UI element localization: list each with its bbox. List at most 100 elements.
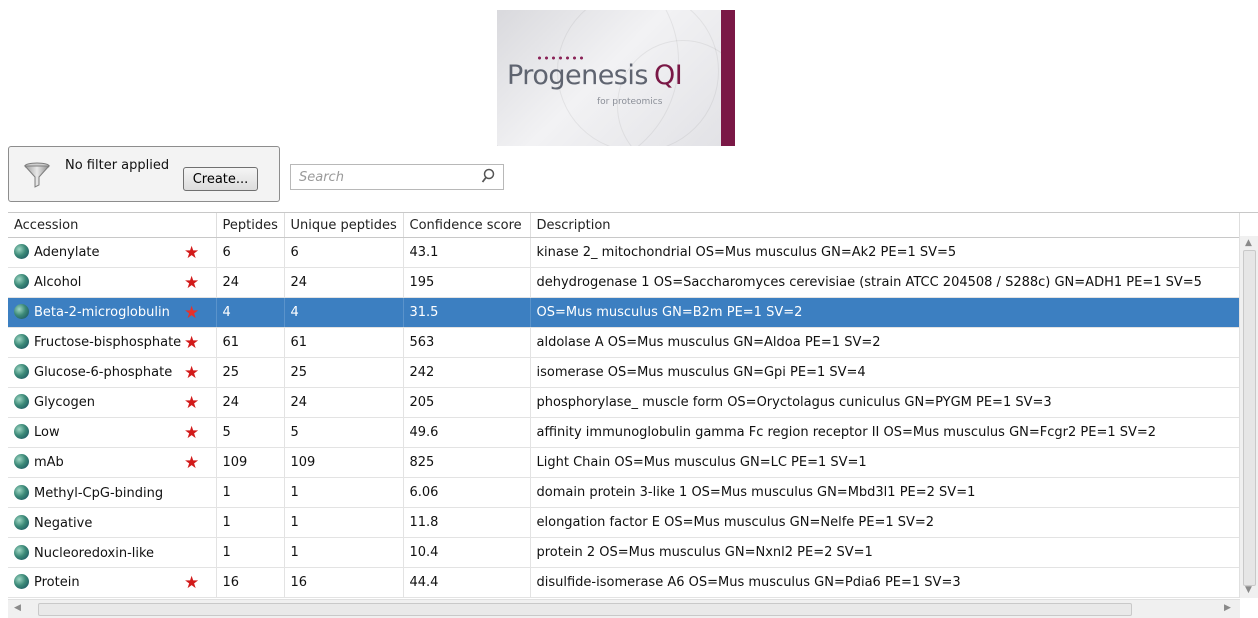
scroll-up-icon[interactable]: ▲	[1245, 238, 1252, 248]
cell-description[interactable]: aldolase A OS=Mus musculus GN=Aldoa PE=1…	[530, 327, 1240, 358]
cell-unique-peptides[interactable]: 25	[284, 357, 404, 388]
cell-unique-peptides[interactable]: 61	[284, 327, 404, 358]
cell-unique-peptides[interactable]: 24	[284, 267, 404, 298]
cell-peptides[interactable]: 1	[216, 507, 285, 538]
cell-unique-peptides[interactable]: 4	[284, 297, 404, 328]
scroll-left-icon[interactable]: ◀	[14, 603, 21, 613]
cell-accession[interactable]: mAb ★	[8, 447, 217, 478]
cell-accession[interactable]: Glycogen ★	[8, 387, 217, 418]
cell-peptides[interactable]: 4	[216, 297, 285, 328]
cell-description[interactable]: Light Chain OS=Mus musculus GN=LC PE=1 S…	[530, 447, 1240, 478]
scroll-down-icon[interactable]: ▼	[1245, 585, 1252, 595]
cell-confidence-score[interactable]: 31.5	[403, 297, 531, 328]
cell-accession[interactable]: Methyl-CpG-binding	[8, 477, 217, 508]
cell-description[interactable]: disulfide-isomerase A6 OS=Mus musculus G…	[530, 567, 1240, 598]
cell-accession[interactable]: Negative	[8, 507, 217, 538]
table-row[interactable]: Methyl-CpG-binding 1 1 6.06 domain protein 3…	[8, 477, 1240, 508]
cell-description[interactable]: OS=Mus musculus GN=B2m PE=1 SV=2	[530, 297, 1240, 328]
cell-description[interactable]: kinase 2_ mitochondrial OS=Mus musculus …	[530, 237, 1240, 268]
cell-confidence-score[interactable]: 242	[403, 357, 531, 388]
cell-unique-peptides[interactable]: 1	[284, 507, 404, 538]
vertical-scroll-thumb[interactable]	[1243, 250, 1256, 586]
cell-accession[interactable]: Nucleoredoxin-like	[8, 537, 217, 568]
globe-icon	[14, 243, 29, 259]
scroll-right-icon[interactable]: ▶	[1224, 603, 1231, 613]
cell-accession[interactable]: Alcohol ★	[8, 267, 217, 298]
cell-confidence-score[interactable]: 825	[403, 447, 531, 478]
cell-peptides[interactable]: 1	[216, 537, 285, 568]
table-row[interactable]: mAb ★ 109 109 825 Light Chain OS=Mus musculus…	[8, 447, 1240, 478]
cell-peptides[interactable]: 24	[216, 267, 285, 298]
cell-confidence-score[interactable]: 6.06	[403, 477, 531, 508]
cell-confidence-score[interactable]: 205	[403, 387, 531, 418]
cell-confidence-score[interactable]: 49.6	[403, 417, 531, 448]
accession-label: Adenylate	[34, 244, 100, 260]
table-row[interactable]: Glucose-6-phosphate ★ 25 25 242 isomerase OS=…	[8, 357, 1240, 388]
accession-label: Low	[34, 424, 60, 440]
search-box[interactable]	[290, 164, 504, 190]
cell-peptides[interactable]: 24	[216, 387, 285, 418]
table-row[interactable]: Glycogen ★ 24 24 205 phosphorylase_ muscle fo…	[8, 387, 1240, 418]
star-icon: ★	[184, 302, 200, 323]
magnifier-icon[interactable]	[481, 168, 495, 188]
cell-description[interactable]: protein 2 OS=Mus musculus GN=Nxnl2 PE=2 …	[530, 537, 1240, 568]
accession-label: Negative	[34, 515, 93, 531]
globe-icon	[14, 573, 29, 589]
cell-description[interactable]: elongation factor E OS=Mus musculus GN=N…	[530, 507, 1240, 538]
cell-unique-peptides[interactable]: 1	[284, 477, 404, 508]
cell-accession[interactable]: Low ★	[8, 417, 217, 448]
cell-peptides[interactable]: 5	[216, 417, 285, 448]
table-row[interactable]: Low ★ 5 5 49.6 affinity immunoglobulin gamma …	[8, 417, 1240, 448]
table-row[interactable]: Adenylate ★ 6 6 43.1 kinase 2_ mitochondrial …	[8, 237, 1240, 268]
accession-label: Fructose-bisphosphate	[34, 334, 182, 350]
column-header-description[interactable]: Description	[530, 213, 1240, 238]
cell-peptides[interactable]: 25	[216, 357, 285, 388]
cell-unique-peptides[interactable]: 1	[284, 537, 404, 568]
filter-status-text: No filter applied	[65, 158, 170, 173]
cell-peptides[interactable]: 16	[216, 567, 285, 598]
table-row[interactable]: Alcohol ★ 24 24 195 dehydrogenase 1 OS=Saccha…	[8, 267, 1240, 298]
cell-accession[interactable]: Protein ★	[8, 567, 217, 598]
cell-peptides[interactable]: 1	[216, 477, 285, 508]
table-row[interactable]: Fructose-bisphosphate ★ 61 61 563 aldolase A …	[8, 327, 1240, 358]
globe-icon	[14, 393, 29, 409]
cell-confidence-score[interactable]: 43.1	[403, 237, 531, 268]
cell-description[interactable]: phosphorylase_ muscle form OS=Oryctolagu…	[530, 387, 1240, 418]
table-row[interactable]: Protein ★ 16 16 44.4 disulfide-isomerase A6 O…	[8, 567, 1240, 598]
cell-confidence-score[interactable]: 44.4	[403, 567, 531, 598]
cell-accession[interactable]: Adenylate ★	[8, 237, 217, 268]
column-header-confidence-score[interactable]: Confidence score	[403, 213, 531, 238]
star-icon: ★	[184, 572, 200, 593]
search-input[interactable]	[297, 165, 471, 189]
globe-icon	[14, 544, 29, 560]
cell-description[interactable]: domain protein 3-like 1 OS=Mus musculus …	[530, 477, 1240, 508]
cell-peptides[interactable]: 61	[216, 327, 285, 358]
table-row[interactable]: Beta-2-microglobulin ★ 4 4 31.5 OS=Mus muscul…	[8, 297, 1240, 328]
column-header-peptides[interactable]: Peptides	[216, 213, 285, 238]
horizontal-scroll-thumb[interactable]	[38, 603, 1132, 616]
cell-confidence-score[interactable]: 11.8	[403, 507, 531, 538]
cell-peptides[interactable]: 6	[216, 237, 285, 268]
cell-unique-peptides[interactable]: 24	[284, 387, 404, 418]
column-header-accession[interactable]: Accession	[8, 213, 217, 238]
horizontal-scrollbar[interactable]: ◀ ▶	[8, 599, 1240, 618]
cell-accession[interactable]: Fructose-bisphosphate ★	[8, 327, 217, 358]
cell-confidence-score[interactable]: 563	[403, 327, 531, 358]
cell-accession[interactable]: Glucose-6-phosphate ★	[8, 357, 217, 388]
cell-confidence-score[interactable]: 10.4	[403, 537, 531, 568]
cell-description[interactable]: isomerase OS=Mus musculus GN=Gpi PE=1 SV…	[530, 357, 1240, 388]
cell-unique-peptides[interactable]: 6	[284, 237, 404, 268]
cell-accession[interactable]: Beta-2-microglobulin ★	[8, 297, 217, 328]
cell-confidence-score[interactable]: 195	[403, 267, 531, 298]
cell-description[interactable]: dehydrogenase 1 OS=Saccharomyces cerevis…	[530, 267, 1240, 298]
vertical-scrollbar[interactable]: ▲ ▼	[1239, 236, 1258, 598]
create-filter-button[interactable]: Create...	[183, 167, 258, 191]
table-row[interactable]: Negative 1 1 11.8 elongation factor E OS=Mus…	[8, 507, 1240, 538]
table-row[interactable]: Nucleoredoxin-like 1 1 10.4 protein 2 OS=Mus…	[8, 537, 1240, 568]
cell-unique-peptides[interactable]: 5	[284, 417, 404, 448]
cell-unique-peptides[interactable]: 16	[284, 567, 404, 598]
cell-unique-peptides[interactable]: 109	[284, 447, 404, 478]
cell-peptides[interactable]: 109	[216, 447, 285, 478]
cell-description[interactable]: affinity immunoglobulin gamma Fc region …	[530, 417, 1240, 448]
column-header-unique-peptides[interactable]: Unique peptides	[284, 213, 404, 238]
